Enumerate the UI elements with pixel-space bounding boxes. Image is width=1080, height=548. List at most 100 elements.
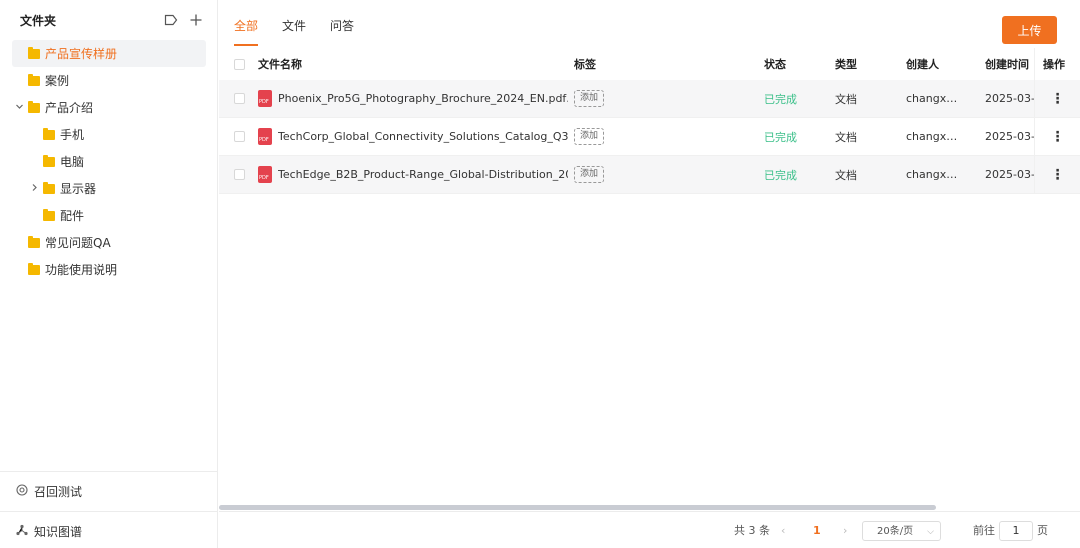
folder-item-computer[interactable]: 电脑 bbox=[12, 148, 206, 175]
more-vertical-icon[interactable]: ⋮ bbox=[1051, 168, 1065, 182]
filter-tabs: 全部 文件 问答 bbox=[234, 16, 354, 46]
goto-page-suffix: 页 bbox=[1037, 524, 1048, 537]
folder-icon bbox=[43, 154, 55, 167]
folder-label: 功能使用说明 bbox=[45, 263, 118, 277]
folder-icon bbox=[28, 235, 40, 248]
actions-cell: ⋮ bbox=[1034, 156, 1080, 193]
folder-label: 配件 bbox=[60, 209, 85, 223]
status-badge: 已完成 bbox=[764, 168, 797, 182]
creator-cell: changx… bbox=[906, 92, 958, 105]
add-folder-icon[interactable] bbox=[190, 14, 202, 29]
target-icon bbox=[16, 483, 28, 499]
pdf-file-icon bbox=[258, 90, 272, 107]
creator-cell: changx… bbox=[906, 130, 958, 143]
page-size-select[interactable]: 20条/页 ⌵ bbox=[862, 521, 941, 541]
created-time-cell: 2025-03-0 bbox=[985, 168, 1035, 181]
folder-item-faq[interactable]: 常见问题QA bbox=[12, 229, 206, 256]
select-all-checkbox[interactable] bbox=[234, 58, 245, 70]
file-list-panel: 全部 文件 问答 上传 文件名称 标签 状态 类型 创建人 创建时间 操作 Ph… bbox=[219, 0, 1080, 548]
folder-icon bbox=[43, 208, 55, 221]
folder-label: 电脑 bbox=[60, 155, 85, 169]
created-time-cell: 2025-03-0 bbox=[985, 92, 1035, 105]
chevron-down-icon: ⌵ bbox=[927, 527, 934, 537]
goto-label: 前往 bbox=[973, 524, 995, 537]
folder-label: 常见问题QA bbox=[45, 236, 111, 250]
folder-icon bbox=[28, 262, 40, 275]
folder-item-accessories[interactable]: 配件 bbox=[12, 202, 206, 229]
actions-cell: ⋮ bbox=[1034, 80, 1080, 117]
header-creator: 创建人 bbox=[906, 58, 939, 71]
table-row[interactable]: TechEdge_B2B_Product-Range_Global-Distri… bbox=[219, 156, 1080, 194]
header-actions: 操作 bbox=[1034, 48, 1080, 80]
tab-files[interactable]: 文件 bbox=[282, 16, 306, 42]
tag-cell: 添加 bbox=[574, 90, 654, 107]
folder-item-monitor[interactable]: 显示器 bbox=[12, 175, 206, 202]
folder-item-cases[interactable]: 案例 bbox=[12, 67, 206, 94]
folder-label: 产品介绍 bbox=[45, 101, 94, 115]
folder-label: 显示器 bbox=[60, 182, 97, 196]
page-size-value: 20条/页 bbox=[877, 526, 914, 537]
status-badge: 已完成 bbox=[764, 92, 797, 106]
header-tag: 标签 bbox=[574, 58, 596, 71]
chevron-down-icon[interactable] bbox=[14, 102, 24, 114]
next-page-icon[interactable]: › bbox=[843, 521, 847, 541]
add-tag-button[interactable]: 添加 bbox=[574, 166, 605, 183]
tab-qa[interactable]: 问答 bbox=[330, 16, 354, 42]
type-cell: 文档 bbox=[835, 168, 857, 182]
file-name-cell[interactable]: TechCorp_Global_Connectivity_Solutions_C… bbox=[258, 128, 568, 145]
file-name[interactable]: TechCorp_Global_Connectivity_Solutions_C… bbox=[278, 130, 568, 143]
chevron-right-icon[interactable] bbox=[29, 183, 39, 195]
more-vertical-icon[interactable]: ⋮ bbox=[1051, 92, 1065, 106]
pagination-total: 共 3 条 bbox=[734, 524, 770, 537]
header-status: 状态 bbox=[764, 58, 786, 71]
goto-page-input[interactable] bbox=[999, 521, 1033, 541]
add-tag-button[interactable]: 添加 bbox=[574, 128, 605, 145]
folder-icon bbox=[43, 127, 55, 140]
table-row[interactable]: Phoenix_Pro5G_Photography_Brochure_2024_… bbox=[219, 80, 1080, 118]
folder-icon bbox=[43, 181, 55, 194]
folder-sidebar: 文件夹 产品宣传样册 案例 产品介绍 手机 电脑 显示器 配件 常见问题QA 功… bbox=[0, 0, 218, 548]
folder-item-feature-guide[interactable]: 功能使用说明 bbox=[12, 256, 206, 283]
upload-button[interactable]: 上传 bbox=[1002, 16, 1057, 44]
add-tag-button[interactable]: 添加 bbox=[574, 90, 605, 107]
tag-cell: 添加 bbox=[574, 128, 654, 145]
recall-test-button[interactable]: 召回测试 bbox=[0, 471, 218, 510]
sidebar-header: 文件夹 bbox=[20, 12, 206, 30]
more-vertical-icon[interactable]: ⋮ bbox=[1051, 130, 1065, 144]
type-cell: 文档 bbox=[835, 130, 857, 144]
file-table: 文件名称 标签 状态 类型 创建人 创建时间 操作 Phoenix_Pro5G_… bbox=[219, 48, 1080, 194]
folder-item-product-brochure[interactable]: 产品宣传样册 bbox=[12, 40, 206, 67]
tag-cell: 添加 bbox=[574, 166, 654, 183]
knowledge-graph-button[interactable]: 知识图谱 bbox=[0, 511, 218, 548]
status-badge: 已完成 bbox=[764, 130, 797, 144]
folder-label: 产品宣传样册 bbox=[45, 47, 118, 61]
folder-item-phone[interactable]: 手机 bbox=[12, 121, 206, 148]
row-checkbox[interactable] bbox=[234, 93, 245, 104]
file-name-cell[interactable]: Phoenix_Pro5G_Photography_Brochure_2024_… bbox=[258, 90, 568, 107]
sidebar-title: 文件夹 bbox=[20, 14, 57, 28]
folder-tree: 产品宣传样册 案例 产品介绍 手机 电脑 显示器 配件 常见问题QA 功能使用说… bbox=[12, 40, 206, 283]
row-checkbox[interactable] bbox=[234, 131, 245, 142]
folder-item-product-intro[interactable]: 产品介绍 bbox=[12, 94, 206, 121]
table-header: 文件名称 标签 状态 类型 创建人 创建时间 操作 bbox=[219, 48, 1080, 80]
file-name[interactable]: TechEdge_B2B_Product-Range_Global-Distri… bbox=[278, 168, 568, 181]
actions-cell: ⋮ bbox=[1034, 118, 1080, 155]
header-type: 类型 bbox=[835, 58, 857, 71]
horizontal-scrollbar[interactable] bbox=[219, 505, 936, 510]
page-number-current[interactable]: 1 bbox=[813, 521, 821, 541]
row-checkbox[interactable] bbox=[234, 169, 245, 180]
pagination: 共 3 条 ‹ 1 › 20条/页 ⌵ 前往 页 bbox=[219, 511, 1080, 548]
tag-icon[interactable] bbox=[164, 14, 178, 29]
folder-icon bbox=[28, 73, 40, 86]
file-name-cell[interactable]: TechEdge_B2B_Product-Range_Global-Distri… bbox=[258, 166, 568, 183]
folder-icon bbox=[28, 46, 40, 59]
tab-all[interactable]: 全部 bbox=[234, 16, 259, 46]
table-row[interactable]: TechCorp_Global_Connectivity_Solutions_C… bbox=[219, 118, 1080, 156]
knowledge-graph-label: 知识图谱 bbox=[34, 524, 83, 539]
folder-icon bbox=[28, 100, 40, 113]
header-file-name: 文件名称 bbox=[258, 58, 302, 71]
file-name[interactable]: Phoenix_Pro5G_Photography_Brochure_2024_… bbox=[278, 92, 568, 105]
header-created-time: 创建时间 bbox=[985, 58, 1029, 71]
created-time-cell: 2025-03-0 bbox=[985, 130, 1035, 143]
prev-page-icon[interactable]: ‹ bbox=[781, 521, 785, 541]
